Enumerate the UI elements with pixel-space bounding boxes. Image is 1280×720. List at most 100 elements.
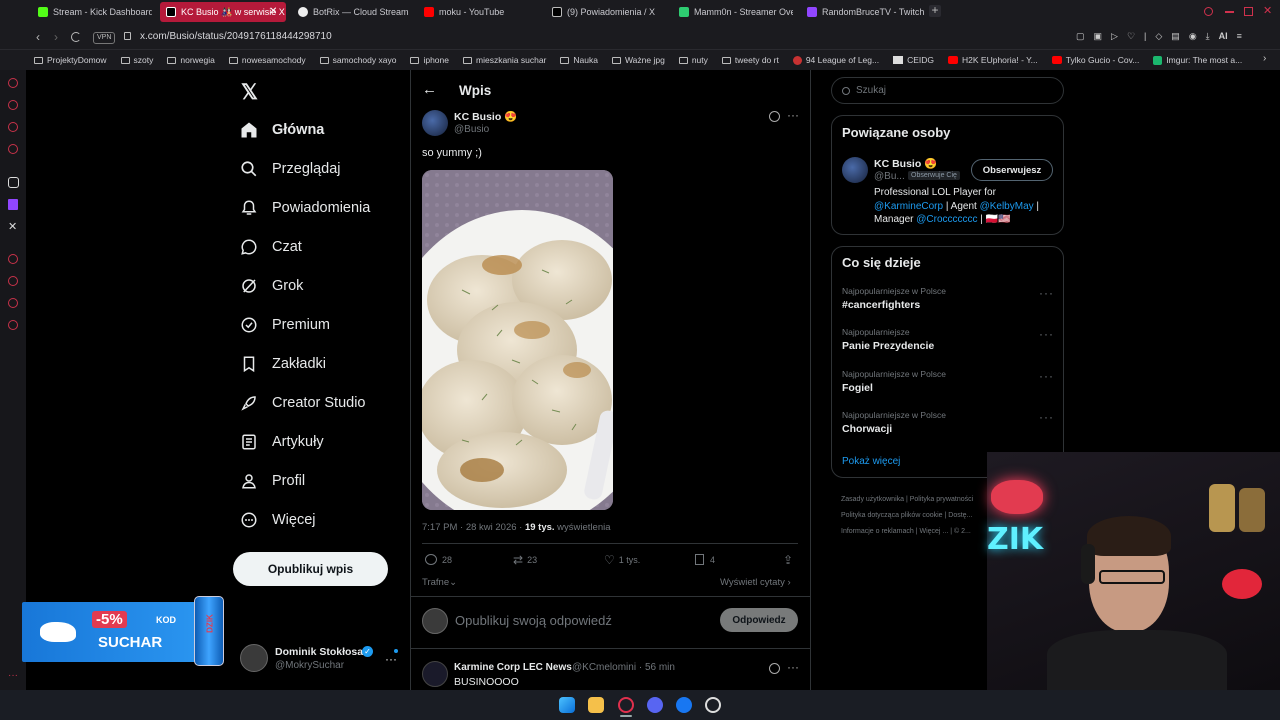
footer-link[interactable]: Polityka prywatności xyxy=(910,496,973,503)
reply-input[interactable]: Opublikuj swoją odpowiedź xyxy=(455,613,705,628)
close-tab-icon[interactable]: ✕ xyxy=(269,6,277,17)
extensions-icon[interactable]: ◇ xyxy=(1155,31,1162,42)
x-logo-icon[interactable]: 𝕏 xyxy=(241,80,258,105)
reply-button[interactable]: Odpowiedz xyxy=(720,608,798,632)
reply-action[interactable]: 28 xyxy=(425,554,452,565)
trend-menu-icon[interactable]: ··· xyxy=(1039,286,1054,300)
tweet-handle[interactable]: @Busio xyxy=(454,124,489,135)
twitch-icon[interactable] xyxy=(8,199,18,210)
bio-mention-link[interactable]: @Croccccccc xyxy=(916,214,977,225)
trend-item[interactable]: Najpopularniejsze w Polsce Fogiel ··· xyxy=(842,369,1054,394)
menu-icon[interactable]: ≡ xyxy=(1237,31,1242,42)
sidebar-app-icon[interactable] xyxy=(8,298,18,308)
footer-link[interactable]: Polityka dotycząca plików cookie xyxy=(841,512,943,519)
url-field[interactable]: x.com/Busio/status/2049176118444298710 xyxy=(140,31,332,42)
search-tabs-icon[interactable] xyxy=(1204,7,1213,16)
settings-icon[interactable] xyxy=(8,320,18,330)
bookmark-item[interactable]: Tylko Gucio - Cov... xyxy=(1051,55,1139,65)
play-icon[interactable]: ▷ xyxy=(1111,31,1118,42)
back-arrow-icon[interactable]: ← xyxy=(422,81,437,98)
windows-start-icon[interactable] xyxy=(559,697,575,713)
footer-link[interactable]: Więcej ... xyxy=(919,528,948,535)
bookmark-item[interactable]: mieszkania suchar xyxy=(463,55,546,65)
discord-icon[interactable] xyxy=(647,697,663,713)
avatar[interactable] xyxy=(422,608,448,634)
retweet-action[interactable]: ⇄ 23 xyxy=(513,553,537,567)
account-menu-icon[interactable]: ··· xyxy=(385,652,397,666)
nav-chat[interactable]: Czat xyxy=(240,232,302,262)
tab-x-notifications[interactable]: (9) Powiadomienia / X xyxy=(546,2,666,22)
bookmark-item[interactable]: tweety do rt xyxy=(721,55,779,65)
show-more-link[interactable]: Pokaż więcej xyxy=(842,456,900,467)
share-icon[interactable]: ⇪ xyxy=(783,553,793,567)
vpn-badge[interactable]: VPN xyxy=(93,32,116,44)
nav-articles[interactable]: Artykuły xyxy=(240,427,324,457)
post-button[interactable]: Opublikuj wpis xyxy=(233,552,388,586)
bookmark-item[interactable]: CEIDG xyxy=(893,55,934,65)
related-handle[interactable]: @Bu... xyxy=(874,171,905,182)
search-input[interactable]: Szukaj xyxy=(856,85,886,96)
related-name[interactable]: KC Busio 😍 xyxy=(874,157,937,170)
tab-kc-busio[interactable]: KC Busio 🎎 w serwisie X xyxy=(160,2,286,22)
heart-icon[interactable]: ♡ xyxy=(1127,31,1135,42)
more-icon[interactable]: ··· xyxy=(8,670,18,681)
forward-icon[interactable]: › xyxy=(54,30,58,44)
sidebar-app-icon[interactable] xyxy=(8,100,18,110)
tweet-timestamp[interactable]: 7:17 PM · 28 kwi 2026 · xyxy=(422,522,525,533)
opera-gx-icon[interactable] xyxy=(618,697,634,713)
grok-explain-icon[interactable] xyxy=(769,663,780,674)
bio-mention-link[interactable]: @KarmineCorp xyxy=(874,201,943,212)
bio-mention-link[interactable]: @KelbyMay xyxy=(980,201,1034,212)
tab-twitch[interactable]: RandomBruceTV - Twitch xyxy=(801,2,925,22)
bookmark-item[interactable]: iphone xyxy=(410,55,449,65)
tweet-menu-icon[interactable]: ··· xyxy=(787,108,799,122)
bookmark-item[interactable]: samochody xayo xyxy=(319,55,396,65)
nav-premium[interactable]: Premium xyxy=(240,310,330,340)
trend-menu-icon[interactable]: ··· xyxy=(1039,369,1054,383)
tweet-avatar[interactable] xyxy=(422,110,448,136)
tweet-author[interactable]: KC Busio 😍 xyxy=(454,110,517,123)
trend-item[interactable]: Najpopularniejsze w Polsce #cancerfighte… xyxy=(842,286,1054,311)
bookmark-item[interactable]: H2K EUphoria! - Y... xyxy=(948,55,1038,65)
bookmarks-more-icon[interactable]: › xyxy=(1263,53,1266,64)
bookmark-action[interactable]: 4 xyxy=(695,554,715,565)
sort-dropdown[interactable]: Trafne⌄ xyxy=(422,577,457,588)
nav-bookmarks[interactable]: Zakładki xyxy=(240,349,326,379)
close-window-icon[interactable]: ✕ xyxy=(1263,4,1272,17)
trend-menu-icon[interactable]: ··· xyxy=(1039,327,1054,341)
search-box[interactable]: Szukaj xyxy=(831,77,1064,104)
trend-item[interactable]: Najpopularniejsze Panie Prezydencie ··· xyxy=(842,327,1054,352)
wallet-icon[interactable]: ▤ xyxy=(1171,31,1180,42)
nav-notifications[interactable]: Powiadomienia xyxy=(240,193,370,223)
sidebar-app-icon[interactable] xyxy=(8,144,18,154)
bookmark-item[interactable]: norwegia xyxy=(167,55,215,65)
like-action[interactable]: ♡ 1 tys. xyxy=(604,553,640,567)
maximize-icon[interactable] xyxy=(1244,7,1253,16)
nav-explore[interactable]: Przeglądaj xyxy=(240,154,341,184)
tab-botrix[interactable]: BotRix — Cloud Stream xyxy=(292,2,412,22)
view-quotes-link[interactable]: Wyświetl cytaty › xyxy=(720,577,791,588)
chatgpt-icon[interactable] xyxy=(705,697,721,713)
footer-link[interactable]: Dostę... xyxy=(948,512,972,519)
avatar[interactable] xyxy=(240,644,268,672)
nav-profile[interactable]: Profil xyxy=(240,466,305,496)
bookmark-item[interactable]: ProjektyDomow xyxy=(34,55,107,65)
history-icon[interactable] xyxy=(8,276,18,286)
back-icon[interactable]: ‹ xyxy=(36,30,40,44)
tab-kick-dashboard[interactable]: Stream - Kick Dashboard xyxy=(32,2,152,22)
snapshot-icon[interactable]: ▣ xyxy=(1094,31,1103,42)
x-sidebar-icon[interactable]: ✕ xyxy=(8,220,17,233)
following-button[interactable]: Obserwujesz xyxy=(971,159,1053,181)
footer-link[interactable]: Zasady użytkownika xyxy=(841,496,904,503)
reply-menu-icon[interactable]: ··· xyxy=(787,660,799,674)
bookmark-item[interactable]: Imgur: The most a... xyxy=(1153,55,1242,65)
account-icon[interactable]: ◉ xyxy=(1189,31,1197,42)
footer-link[interactable]: Informacje o reklamach xyxy=(841,528,914,535)
sidebar-app-icon[interactable] xyxy=(8,254,18,264)
bookmark-item[interactable]: 94 League of Leg... xyxy=(792,55,879,65)
facebook-icon[interactable] xyxy=(676,697,692,713)
tab-streamer-overlay[interactable]: Mamm0n - Streamer Over xyxy=(673,2,793,22)
reply-author[interactable]: Karmine Corp LEC News xyxy=(454,662,572,673)
chatgpt-icon[interactable] xyxy=(8,177,19,188)
bookmark-item[interactable]: Nauka xyxy=(560,55,598,65)
